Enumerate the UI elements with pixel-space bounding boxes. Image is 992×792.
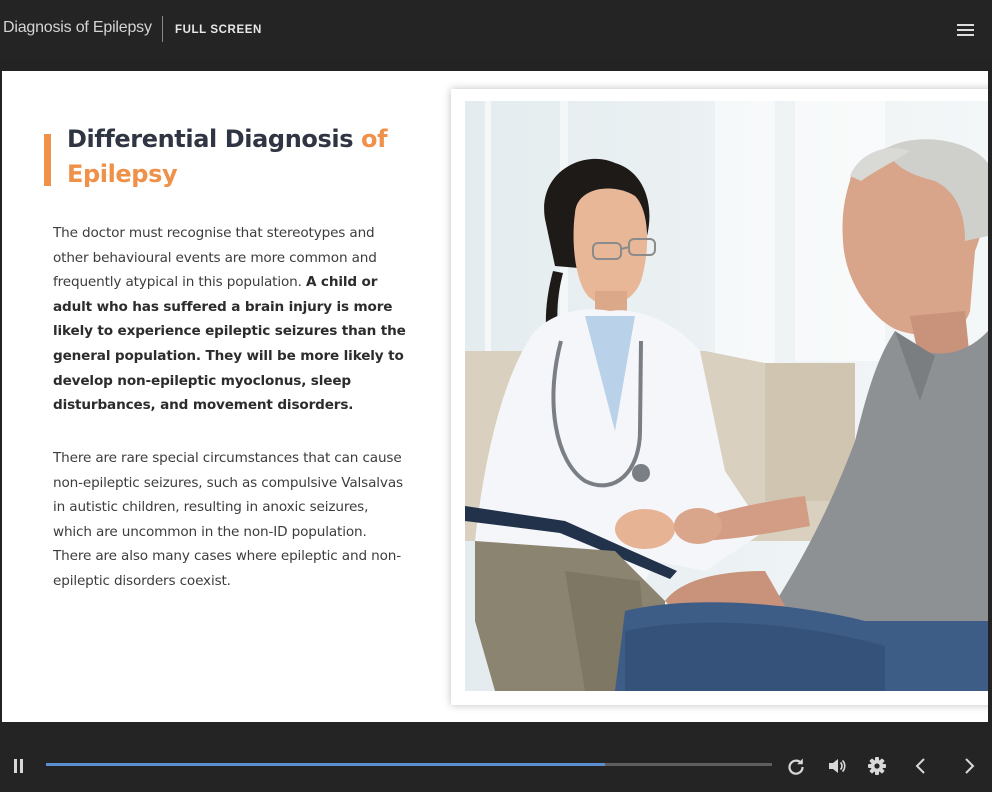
pause-icon[interactable] bbox=[13, 759, 25, 773]
heading-accent-bar bbox=[44, 134, 51, 186]
slide-content: Differential Diagnosis of Epilepsy The do… bbox=[2, 71, 988, 722]
hamburger-menu-icon[interactable] bbox=[955, 22, 975, 38]
volume-icon[interactable] bbox=[826, 755, 848, 777]
slide-title-highlight-of: of bbox=[361, 125, 388, 153]
chevron-right-icon[interactable] bbox=[958, 755, 980, 777]
slide-title-highlight-word: Epilepsy bbox=[67, 160, 178, 188]
fullscreen-button[interactable]: FULL SCREEN bbox=[175, 24, 262, 36]
top-bar: Diagnosis of Epilepsy FULL SCREEN bbox=[0, 0, 992, 60]
progress-bar-fill bbox=[46, 763, 605, 766]
progress-bar[interactable] bbox=[46, 763, 772, 766]
player-controls-bar bbox=[0, 722, 992, 792]
gear-icon[interactable] bbox=[866, 755, 888, 777]
course-title: Diagnosis of Epilepsy bbox=[3, 19, 152, 36]
replay-icon[interactable] bbox=[785, 755, 807, 777]
title-divider bbox=[162, 16, 163, 42]
paragraph-1-bold: A child or adult who has suffered a brai… bbox=[53, 274, 406, 414]
paragraph-1: The doctor must recognise that stereotyp… bbox=[53, 221, 408, 418]
slide-title: Differential Diagnosis of Epilepsy bbox=[67, 122, 427, 192]
chevron-left-icon[interactable] bbox=[910, 755, 932, 777]
paragraph-2: There are rare special circumstances tha… bbox=[53, 450, 403, 589]
slide-title-main: Differential Diagnosis bbox=[67, 125, 362, 153]
doctor-consulting-patient-photo bbox=[465, 101, 988, 691]
